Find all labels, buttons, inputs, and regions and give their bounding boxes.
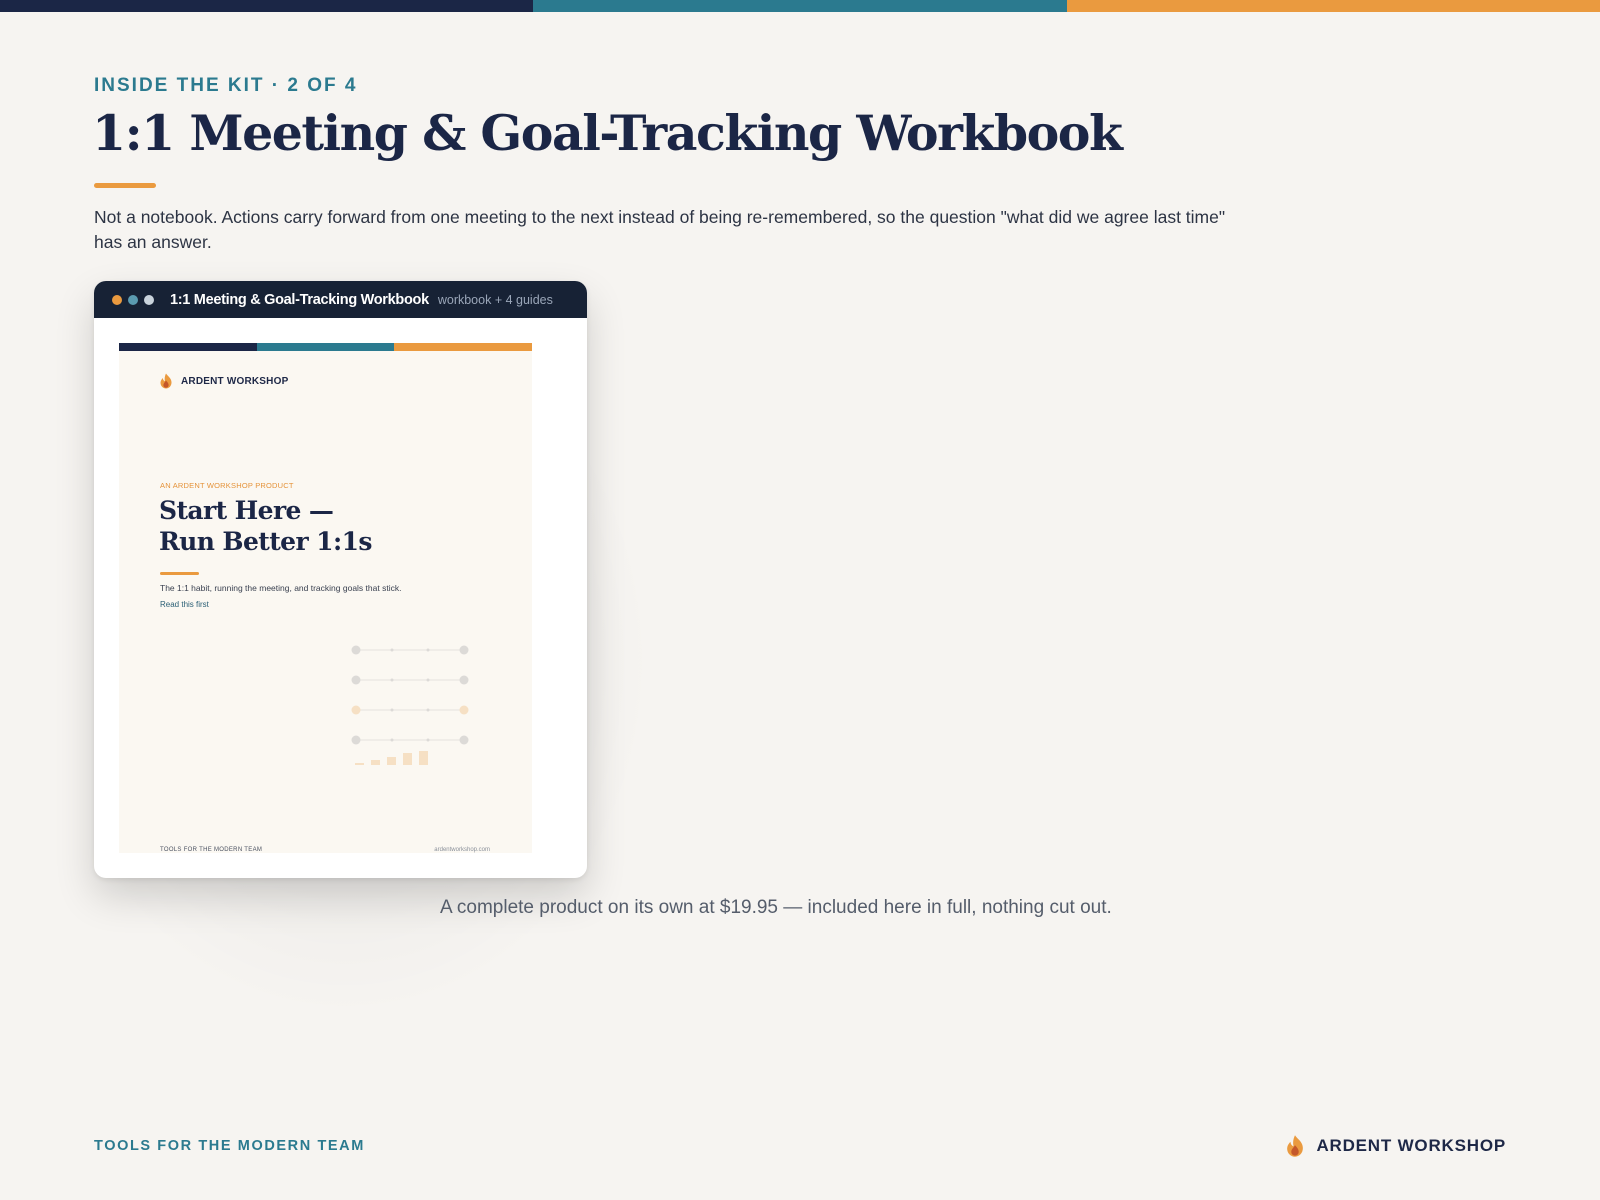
cover-footer-tagline: TOOLS FOR THE MODERN TEAM bbox=[160, 847, 263, 853]
cover-description: The 1:1 habit, running the meeting, and … bbox=[160, 583, 402, 593]
page-title: 1:1 Meeting & Goal-Tracking Workbook bbox=[92, 104, 1123, 162]
accent-segment-navy bbox=[0, 0, 534, 12]
cover-title-underline bbox=[160, 572, 199, 575]
cover-accent-teal bbox=[256, 343, 395, 351]
flame-logo-icon bbox=[160, 373, 172, 389]
cover-title-line-1: Start Here — bbox=[159, 496, 334, 525]
cover-title-line-2: Run Better 1:1s bbox=[159, 527, 372, 556]
window-dot-grey bbox=[144, 294, 154, 305]
preview-window-header: 1:1 Meeting & Goal-Tracking Workbook wor… bbox=[94, 281, 587, 318]
footer-tagline: TOOLS FOR THE MODERN TEAM bbox=[94, 1138, 365, 1154]
preview-window-subtitle: workbook + 4 guides bbox=[437, 292, 553, 307]
window-dot-teal bbox=[128, 294, 138, 305]
cover-title: Start Here — Run Better 1:1s bbox=[159, 495, 459, 557]
title-underline bbox=[94, 183, 156, 188]
window-dot-orange bbox=[112, 294, 122, 305]
cover-brand: ARDENT WORKSHOP bbox=[159, 373, 288, 389]
workbook-cover-page: ARDENT WORKSHOP AN ARDENT WORKSHOP PRODU… bbox=[119, 343, 533, 853]
workbook-preview-card: 1:1 Meeting & Goal-Tracking Workbook wor… bbox=[94, 281, 587, 878]
footer-brand-name: ARDENT WORKSHOP bbox=[1316, 1136, 1506, 1155]
flame-logo-icon bbox=[1287, 1135, 1304, 1157]
cover-accent-bar bbox=[119, 343, 533, 351]
page-description: Not a notebook. Actions carry forward fr… bbox=[94, 207, 1226, 252]
cover-accent-navy bbox=[119, 343, 257, 351]
cover-footer-url: ardentworkshop.com bbox=[434, 847, 490, 853]
cover-brand-name: ARDENT WORKSHOP bbox=[181, 375, 289, 387]
cover-read-note: Read this first bbox=[160, 600, 209, 609]
accent-segment-orange bbox=[1066, 0, 1600, 12]
preview-caption: A complete product on its own at $19.95 … bbox=[440, 897, 1112, 918]
accent-segment-teal bbox=[533, 0, 1067, 12]
cover-accent-orange bbox=[394, 343, 533, 351]
preview-window-title: 1:1 Meeting & Goal-Tracking Workbook bbox=[170, 291, 429, 308]
cover-product-tag: AN ARDENT WORKSHOP PRODUCT bbox=[160, 481, 294, 490]
top-accent-bar bbox=[0, 0, 1600, 12]
footer-brand: ARDENT WORKSHOP bbox=[1285, 1134, 1506, 1158]
timeline-illustration bbox=[351, 645, 469, 765]
eyebrow-label: INSIDE THE KIT · 2 OF 4 bbox=[94, 75, 358, 96]
